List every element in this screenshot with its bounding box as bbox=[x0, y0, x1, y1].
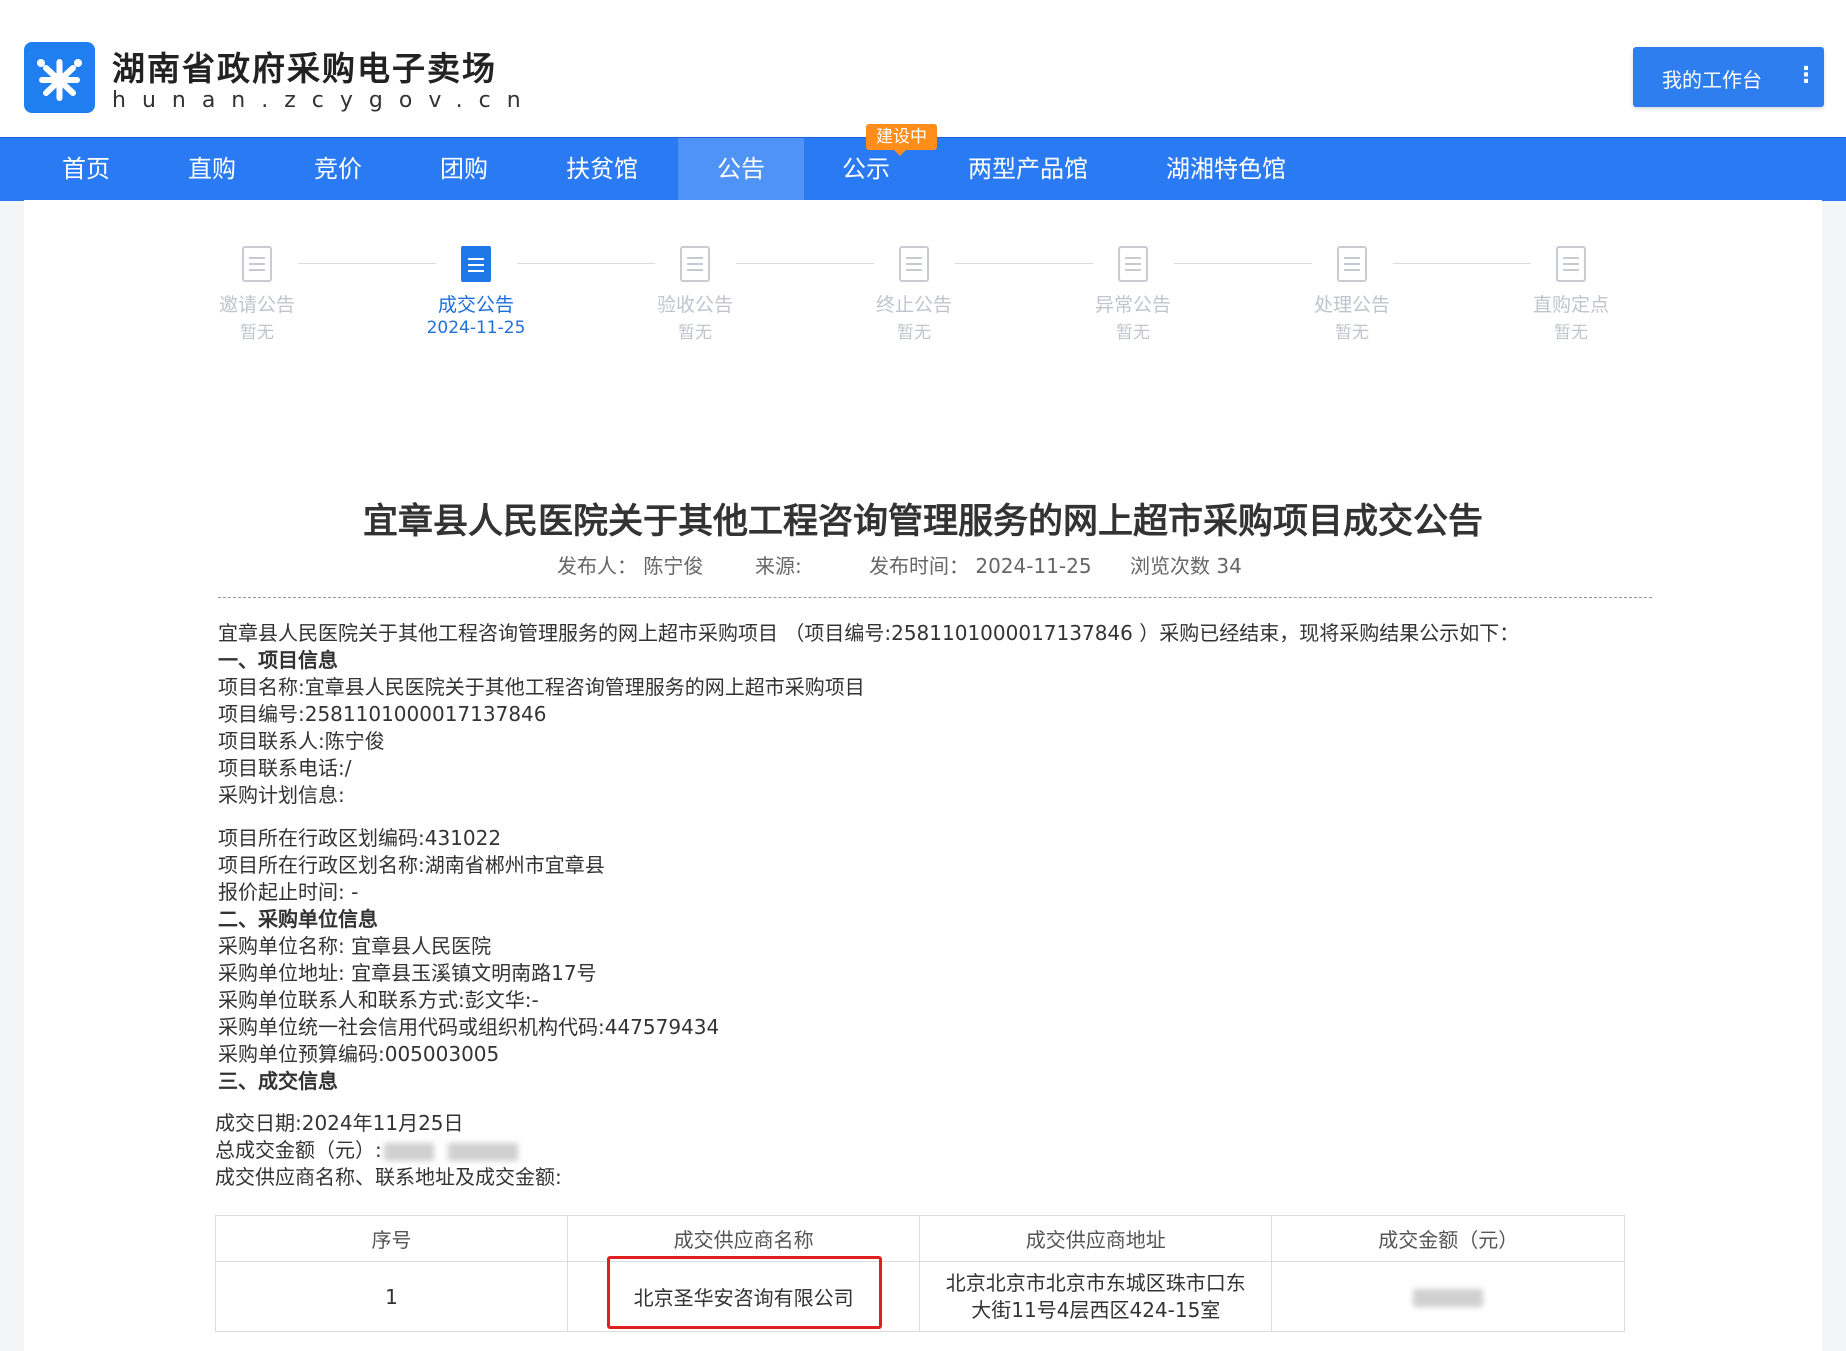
section-heading: 三、成交信息 bbox=[218, 1069, 338, 1093]
deal-date: 成交日期:2024年11月25日 bbox=[215, 1111, 464, 1135]
total-amount-label: 总成交金额（元）: bbox=[215, 1138, 382, 1162]
step-handling[interactable]: 处理公告 暂无 bbox=[1262, 246, 1442, 343]
nav-item-two-type-products[interactable]: 两型产品馆 bbox=[958, 138, 1098, 201]
text-line: 项目所在行政区划编码:431022 bbox=[218, 826, 502, 850]
text-line: 项目联系人:陈宁俊 bbox=[218, 729, 385, 753]
meta-views: 浏览次数 34 bbox=[1130, 554, 1242, 578]
address-line: 大街11号4层西区424-15室 bbox=[971, 1297, 1221, 1322]
redacted-amount bbox=[1413, 1289, 1484, 1307]
logo-star-icon[interactable] bbox=[24, 42, 95, 113]
total-amount-row: 总成交金额（元）: bbox=[215, 1137, 562, 1164]
column-header: 成交供应商名称 bbox=[567, 1215, 921, 1262]
step-deal[interactable]: 成交公告 2024-11-25 bbox=[386, 246, 566, 338]
row-index: 1 bbox=[214, 1261, 569, 1332]
step-status: 暂无 bbox=[897, 323, 931, 343]
text-line: 采购单位预算编码:005003005 bbox=[218, 1042, 500, 1066]
document-icon bbox=[461, 246, 491, 282]
site-domain: hunan.zcygov.cn bbox=[112, 88, 537, 113]
document-icon bbox=[1556, 246, 1586, 282]
column-header: 成交金额（元） bbox=[1271, 1215, 1625, 1262]
text-line: 项目所在行政区划名称:湖南省郴州市宜章县 bbox=[218, 853, 605, 877]
nav-item-direct-purchase[interactable]: 直购 bbox=[162, 138, 262, 201]
step-name: 验收公告 bbox=[656, 294, 733, 316]
step-invitation[interactable]: 邀请公告 暂无 bbox=[167, 246, 347, 343]
step-direct-designated[interactable]: 直购定点 暂无 bbox=[1481, 246, 1661, 343]
deal-amount bbox=[1271, 1261, 1625, 1332]
announcement-body: 宜章县人民医院关于其他工程咨询管理服务的网上超市采购项目 （项目编号:25811… bbox=[218, 620, 1668, 1095]
meta-publisher: 发布人： 陈宁俊 bbox=[557, 554, 704, 578]
document-icon bbox=[680, 246, 710, 282]
step-status: 暂无 bbox=[1554, 323, 1588, 343]
step-name: 邀请公告 bbox=[218, 294, 295, 316]
step-status: 暂无 bbox=[1335, 323, 1369, 343]
document-icon bbox=[1337, 246, 1367, 282]
step-status: 暂无 bbox=[240, 323, 274, 343]
workbench-button[interactable]: 我的工作台 ⋮ bbox=[1633, 47, 1824, 107]
dashed-divider bbox=[218, 597, 1652, 598]
step-status: 暂无 bbox=[678, 323, 712, 343]
table-row: 1 北京圣华安咨询有限公司 北京北京市北京市东城区珠市口东 大街11号4层西区4… bbox=[214, 1261, 1625, 1332]
page-title: 宜章县人民医院关于其他工程咨询管理服务的网上超市采购项目成交公告 bbox=[362, 502, 1483, 542]
step-abnormal[interactable]: 异常公告 暂无 bbox=[1043, 246, 1223, 343]
document-icon bbox=[899, 246, 929, 282]
column-header: 序号 bbox=[214, 1215, 569, 1262]
step-status: 暂无 bbox=[1116, 323, 1150, 343]
site-title[interactable]: 湖南省政府采购电子卖场 bbox=[112, 42, 497, 90]
nav-item-bidding[interactable]: 竞价 bbox=[288, 138, 388, 201]
step-name: 终止公告 bbox=[875, 294, 952, 316]
column-header: 成交供应商地址 bbox=[919, 1215, 1273, 1262]
supplier-address: 北京北京市北京市东城区珠市口东 大街11号4层西区424-15室 bbox=[919, 1261, 1273, 1332]
step-acceptance[interactable]: 验收公告 暂无 bbox=[605, 246, 785, 343]
document-icon bbox=[1118, 246, 1148, 282]
step-name: 异常公告 bbox=[1094, 294, 1171, 316]
table-header-row: 序号 成交供应商名称 成交供应商地址 成交金额（元） bbox=[214, 1215, 1625, 1262]
meta-publish-time: 发布时间： 2024-11-25 bbox=[869, 554, 1092, 578]
nav-item-huxiang-specialty[interactable]: 湖湘特色馆 bbox=[1156, 138, 1296, 201]
nav-item-home[interactable]: 首页 bbox=[36, 138, 136, 201]
nav-item-poverty-relief[interactable]: 扶贫馆 bbox=[546, 138, 658, 201]
workbench-label: 我的工作台 bbox=[1662, 68, 1762, 92]
text-line: 项目编号:2581101000017137846 bbox=[218, 702, 547, 726]
address-line: 北京北京市北京市东城区珠市口东 bbox=[945, 1270, 1246, 1295]
section-heading: 一、项目信息 bbox=[218, 648, 338, 672]
deal-info: 成交日期:2024年11月25日 总成交金额（元）: 成交供应商名称、联系地址及… bbox=[215, 1110, 562, 1191]
under-construction-badge: 建设中 bbox=[866, 124, 937, 156]
deal-result-table: 序号 成交供应商名称 成交供应商地址 成交金额（元） 1 北京圣华安咨询有限公司… bbox=[214, 1215, 1625, 1332]
more-vertical-icon: ⋮ bbox=[1795, 63, 1817, 88]
nav-item-announcements[interactable]: 公告 bbox=[678, 138, 804, 201]
text-line: 采购计划信息: bbox=[218, 783, 345, 807]
step-name: 处理公告 bbox=[1313, 294, 1390, 316]
step-termination[interactable]: 终止公告 暂无 bbox=[824, 246, 1004, 343]
redacted-amount bbox=[383, 1142, 434, 1161]
intro-text: 宜章县人民医院关于其他工程咨询管理服务的网上超市采购项目 （项目编号:25811… bbox=[218, 621, 1520, 645]
text-line: 项目名称:宜章县人民医院关于其他工程咨询管理服务的网上超市采购项目 bbox=[218, 675, 865, 699]
text-line: 采购单位联系人和联系方式:彭文华:- bbox=[218, 988, 539, 1012]
nav-item-group-buy[interactable]: 团购 bbox=[414, 138, 514, 201]
step-name: 直购定点 bbox=[1532, 294, 1609, 316]
document-icon bbox=[242, 246, 272, 282]
section-heading: 二、采购单位信息 bbox=[218, 907, 378, 931]
redacted-amount bbox=[447, 1142, 518, 1161]
step-name: 成交公告 bbox=[437, 294, 514, 316]
meta-source: 来源: bbox=[755, 554, 802, 578]
text-line: 采购单位统一社会信用代码或组织机构代码:447579434 bbox=[218, 1015, 720, 1039]
supplier-highlight-box bbox=[607, 1256, 882, 1329]
text-line: 报价起止时间: - bbox=[218, 880, 359, 904]
supplier-label: 成交供应商名称、联系地址及成交金额: bbox=[215, 1165, 562, 1189]
site-header: 湖南省政府采购电子卖场 hunan.zcygov.cn 我的工作台 ⋮ bbox=[0, 0, 1846, 137]
text-line: 采购单位地址: 宜章县玉溪镇文明南路17号 bbox=[218, 961, 597, 985]
step-date: 2024-11-25 bbox=[426, 318, 526, 338]
content-card: 邀请公告 暂无 成交公告 2024-11-25 验收公告 暂无 终止公告 暂无 … bbox=[24, 200, 1822, 1351]
text-line: 采购单位名称: 宜章县人民医院 bbox=[218, 934, 492, 958]
text-line: 项目联系电话:/ bbox=[218, 756, 352, 780]
